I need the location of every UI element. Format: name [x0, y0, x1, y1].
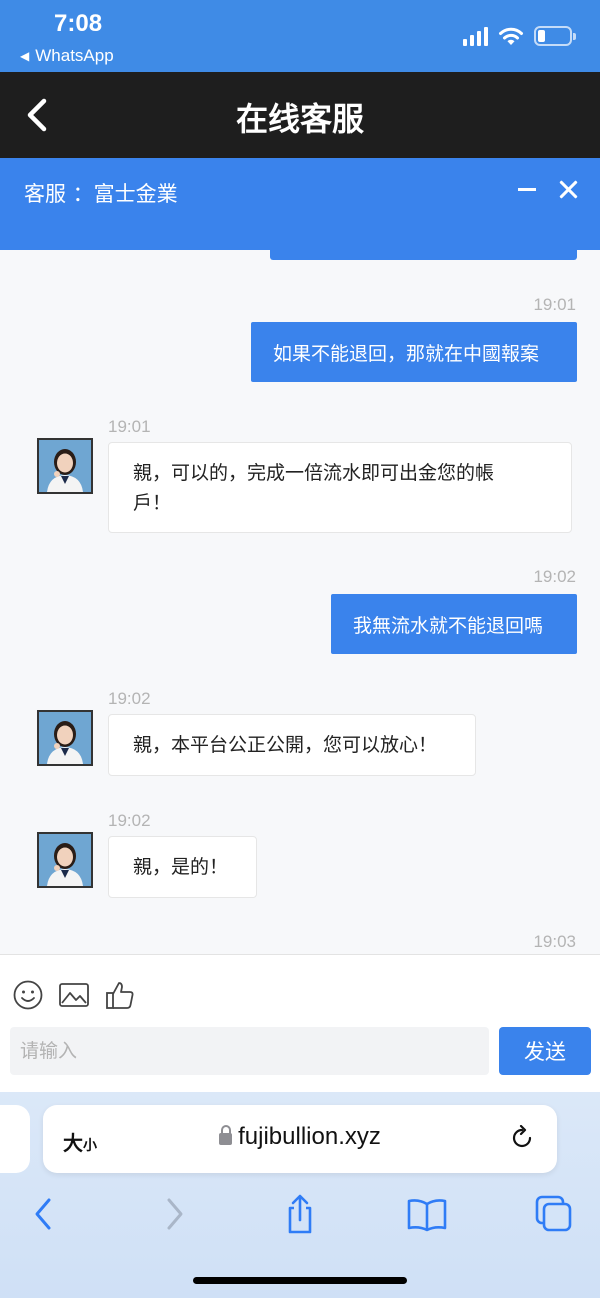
status-bar: 7:08 ◀ WhatsApp [0, 0, 600, 72]
back-app-label: WhatsApp [35, 46, 114, 65]
bookmarks-icon[interactable] [405, 1192, 449, 1236]
back-triangle-icon: ◀ [20, 49, 30, 63]
minimize-icon[interactable] [518, 188, 536, 191]
message-text-line: 戶！ [133, 492, 172, 514]
page-title: 在线客服 [235, 100, 364, 138]
cellular-signal-icon [463, 26, 488, 46]
message-timestamp: 19:02 [533, 567, 576, 586]
close-icon[interactable] [558, 179, 578, 199]
agent-portrait-icon [39, 712, 91, 764]
browser-nav [0, 1192, 600, 1236]
agent-avatar [37, 832, 93, 888]
address-bar[interactable]: 大小 fujibullion.xyz [43, 1105, 557, 1173]
message-timestamp: 19:02 [108, 689, 151, 708]
outgoing-message: 如果不能退回，那就在中國報案 [251, 322, 577, 382]
agent-avatar [37, 710, 93, 766]
incoming-message: 親，本平台公正公開，您可以放心！ [108, 714, 476, 776]
url-display: fujibullion.xyz [43, 1123, 557, 1151]
chat-log[interactable]: 19:01 如果不能退回，那就在中國報案 19:01 親，可以的，完成一倍流水即… [0, 260, 600, 954]
share-icon[interactable] [278, 1192, 322, 1236]
title-bar: 在线客服 [0, 72, 600, 158]
browser-back-icon[interactable] [22, 1192, 66, 1236]
home-indicator [193, 1277, 407, 1284]
thumbs-up-icon[interactable] [104, 979, 136, 1011]
message-timestamp: 19:01 [108, 417, 151, 436]
agent-portrait-icon [39, 440, 91, 492]
browser-toolbar: 大小 fujibullion.xyz [0, 1092, 600, 1298]
message-text: 親，是的！ [133, 856, 229, 878]
agent-portrait-icon [39, 834, 91, 886]
battery-icon [534, 26, 576, 46]
reload-icon[interactable] [509, 1125, 535, 1151]
message-text: 如果不能退回，那就在中國報案 [273, 342, 540, 365]
emoji-icon[interactable] [12, 979, 44, 1011]
tabs-icon[interactable] [532, 1192, 576, 1236]
previous-tab-card[interactable] [0, 1105, 30, 1173]
message-timestamp: 19:01 [533, 295, 576, 314]
lock-icon [219, 1125, 233, 1145]
message-text: 親，本平台公正公開，您可以放心！ [133, 734, 438, 756]
message-text: 我無流水就不能退回嗎 [353, 614, 544, 637]
message-input[interactable] [10, 1027, 489, 1075]
service-name: 客服 ：富士金業 [24, 182, 178, 206]
service-header: 客服 ：富士金業 [0, 158, 600, 250]
wifi-icon [499, 27, 523, 45]
previous-message-edge [270, 250, 577, 260]
browser-forward-icon[interactable] [152, 1192, 196, 1236]
incoming-message: 親，是的！ [108, 836, 257, 898]
message-text-line: 親，可以的，完成一倍流水即可出金您的帳 [133, 462, 495, 484]
message-timestamp: 19:02 [108, 811, 151, 830]
status-icons [463, 26, 576, 46]
image-icon[interactable] [58, 979, 90, 1011]
incoming-message: 親，可以的，完成一倍流水即可出金您的帳 戶！ [108, 442, 572, 533]
status-time: 7:08 [54, 10, 103, 37]
agent-avatar [37, 438, 93, 494]
composer-tools [12, 979, 136, 1011]
back-to-app-link[interactable]: ◀ WhatsApp [20, 46, 114, 66]
url-text: fujibullion.xyz [238, 1123, 381, 1150]
message-timestamp: 19:03 [533, 932, 576, 951]
composer: 发送 [0, 954, 600, 1092]
outgoing-message: 我無流水就不能退回嗎 [331, 594, 577, 654]
send-button[interactable]: 发送 [499, 1027, 591, 1075]
